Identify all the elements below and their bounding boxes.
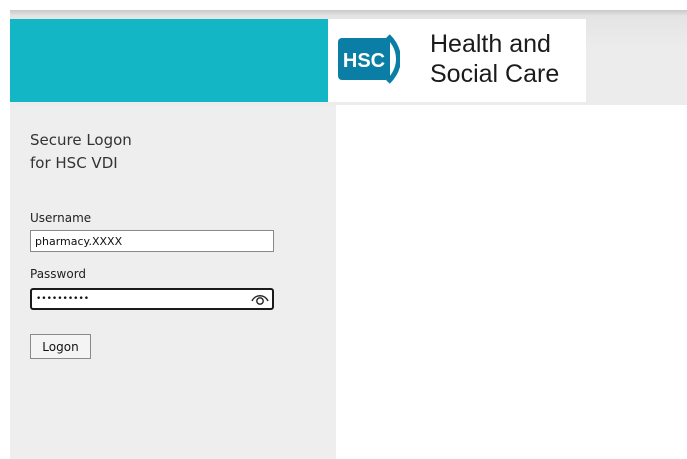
logon-button[interactable]: Logon xyxy=(30,334,91,359)
hsc-logo-abbr: HSC xyxy=(343,50,385,72)
header-teal-bar xyxy=(10,19,328,102)
brand-line-1: Health and xyxy=(430,30,551,58)
eye-icon[interactable] xyxy=(251,292,269,306)
header-banner: HSC Health and Social Care xyxy=(10,10,687,105)
login-title: Secure Logon for HSC VDI xyxy=(30,129,132,175)
login-title-line-1: Secure Logon xyxy=(30,131,132,149)
brand-name: Health and Social Care xyxy=(430,29,559,89)
login-panel: Secure Logon for HSC VDI Username Passwo… xyxy=(10,105,336,459)
hsc-logo-icon: HSC xyxy=(338,34,400,84)
password-input[interactable] xyxy=(30,288,274,310)
brand-line-2: Social Care xyxy=(430,60,560,88)
login-page: HSC Health and Social Care Secure Logon … xyxy=(0,0,687,459)
username-input[interactable] xyxy=(30,230,274,252)
username-label: Username xyxy=(30,211,92,225)
hsc-logo: HSC Health and Social Care xyxy=(328,19,586,102)
login-title-line-2: for HSC VDI xyxy=(30,154,118,172)
password-label: Password xyxy=(30,267,87,281)
